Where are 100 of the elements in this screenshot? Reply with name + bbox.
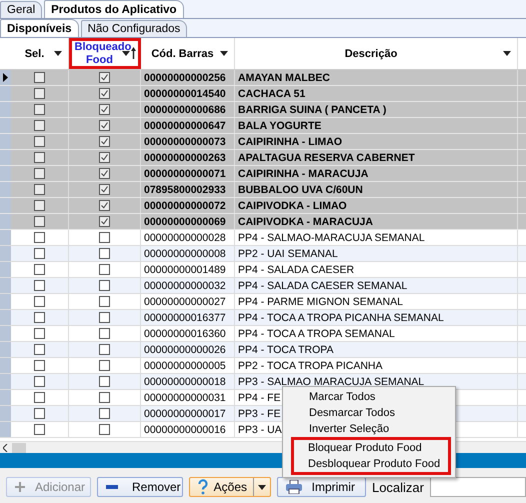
checkbox[interactable] [99,136,110,147]
checkbox[interactable] [99,72,110,83]
row-header[interactable] [0,70,11,85]
scroll-left-icon[interactable] [3,444,8,452]
checkbox[interactable] [34,328,45,339]
table-cell: PP3 - UA [238,424,282,436]
caret-icon[interactable] [258,484,266,490]
checkbox[interactable] [34,216,45,227]
table-cell: BARRIGA SUINA ( PANCETA ) [238,104,386,116]
checkbox[interactable] [34,392,45,403]
checkbox[interactable] [99,168,110,179]
table-cell: 00000000001489 [144,264,226,276]
print-button[interactable]: Imprimir [276,477,366,497]
minus-icon [106,485,118,489]
checkbox[interactable] [99,328,110,339]
menu-item[interactable]: Inverter Seleção [283,421,455,437]
table-cell: 00000000000005 [144,360,226,372]
table-cell: 00000000000686 [144,104,226,116]
dropdown-arrow-icon[interactable] [503,51,511,56]
checkbox[interactable] [99,280,110,291]
checkbox[interactable] [99,408,110,419]
dropdown-arrow-icon[interactable] [220,51,228,56]
column-header[interactable]: Bloqueado Food [69,38,141,69]
sort-ascending-icon [131,47,136,59]
actions-dropdown-button[interactable]: Ações [189,477,271,497]
checkbox[interactable] [34,168,45,179]
menu-item[interactable]: Marcar Todos [283,389,455,405]
table-cell: PP4 - TOCA A TROPA SEMANAL [238,328,395,340]
menu-item[interactable]: Bloquear Produto Food [291,437,451,456]
table-cell: 00000000000072 [144,200,226,212]
table-cell: APALTAGUA RESERVA CABERNET [238,152,415,164]
column-header[interactable]: Cód. Barras [141,38,235,69]
search-field[interactable] [430,477,526,497]
checkbox[interactable] [34,120,45,131]
table-cell: 00000000016377 [144,312,226,324]
checkbox[interactable] [99,344,110,355]
checkbox[interactable] [34,104,45,115]
table-cell: CAIPIVODKA - LIMAO [238,200,347,212]
table-cell: 00000000000256 [144,72,226,84]
checkbox[interactable] [99,264,110,275]
checkbox[interactable] [99,152,110,163]
dropdown-arrow-icon[interactable] [122,51,130,56]
checkbox[interactable] [34,184,45,195]
checkbox[interactable] [99,360,110,371]
checkbox[interactable] [34,280,45,291]
table-cell: PP4 - SALMAO-MARACUJA SEMANAL [238,232,425,244]
checkbox[interactable] [34,232,45,243]
table-cell: 07895800002933 [144,184,226,196]
table-cell: 00000000000016 [144,424,226,436]
checkbox[interactable] [99,120,110,131]
tab[interactable]: Disponíveis [0,19,79,37]
checkbox[interactable] [99,376,110,387]
checkbox[interactable] [34,424,45,435]
dropdown-arrow-icon[interactable] [54,51,62,56]
tab[interactable]: Geral [0,1,42,18]
printer-icon [286,480,302,494]
checkbox[interactable] [34,200,45,211]
checkbox[interactable] [99,312,110,323]
checkbox[interactable] [99,232,110,243]
table-cell: 00000000000028 [144,232,226,244]
checkbox[interactable] [99,424,110,435]
table-cell: AMAYAN MALBEC [238,72,330,84]
remove-button[interactable]: Remover [97,477,183,497]
table-cell: CACHACA 51 [238,88,306,100]
checkbox[interactable] [99,216,110,227]
table-cell: PP4 - TOCA TROPA [238,344,334,356]
checkbox[interactable] [99,88,110,99]
table-cell: CAIPIRINHA - MARACUJA [238,168,368,180]
checkbox[interactable] [34,296,45,307]
checkbox[interactable] [34,312,45,323]
checkbox[interactable] [34,376,45,387]
menu-item[interactable]: Desbloquear Produto Food [291,456,451,475]
scroll-thumb[interactable] [12,442,26,452]
checkbox[interactable] [99,184,110,195]
checkbox[interactable] [34,248,45,259]
table-cell: 00000000000018 [144,376,226,388]
checkbox[interactable] [34,264,45,275]
checkbox[interactable] [99,104,110,115]
tab[interactable]: Não Configurados [80,20,188,37]
question-mark-icon [198,479,208,495]
checkbox[interactable] [99,200,110,211]
checkbox[interactable] [99,296,110,307]
checkbox[interactable] [34,408,45,419]
checkbox[interactable] [34,344,45,355]
table-cell: PP4 - FE [238,392,281,404]
table-cell: 00000000000031 [144,392,226,404]
column-header[interactable]: Sel. [11,38,69,69]
checkbox[interactable] [99,248,110,259]
table-cell: PP4 - TOCA A TROPA PICANHA SEMANAL [238,312,444,324]
table-cell: PP4 - SALADA CAESER SEMANAL [238,280,408,292]
checkbox[interactable] [34,360,45,371]
column-header[interactable]: Descrição [235,38,518,69]
checkbox[interactable] [34,136,45,147]
tab[interactable]: Produtos do Aplicativo [44,0,184,18]
table-cell: PP4 - SALADA CAESER [238,264,354,276]
checkbox[interactable] [99,392,110,403]
checkbox[interactable] [34,88,45,99]
checkbox[interactable] [34,152,45,163]
checkbox[interactable] [34,72,45,83]
menu-item[interactable]: Desmarcar Todos [283,405,455,421]
